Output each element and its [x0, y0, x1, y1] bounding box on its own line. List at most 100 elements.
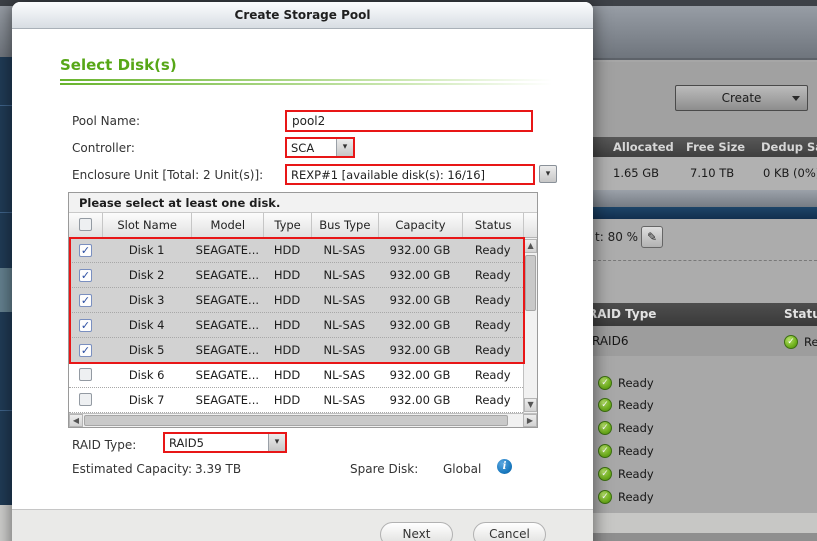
raid-type-value: RAID5: [169, 435, 204, 450]
disk-status-label: Ready: [618, 443, 654, 458]
info-icon[interactable]: i: [497, 459, 512, 474]
column-allocated: Allocated: [613, 140, 674, 154]
enclosure-label: Enclosure Unit [Total: 2 Unit(s)]:: [72, 168, 264, 182]
vertical-scrollbar[interactable]: ▲ ▼: [523, 238, 538, 413]
disk-checkbox[interactable]: ✓: [78, 269, 92, 282]
estimated-capacity-value: 3.39 TB: [195, 462, 242, 476]
disk-capacity: 932.00 GB: [389, 393, 451, 407]
disk-status-label: Ready: [618, 466, 654, 481]
spare-disk-value: Global: [443, 462, 482, 476]
disk-slot-name: Disk 2: [128, 268, 165, 282]
disk-status: Ready: [474, 268, 511, 282]
sidebar-bottom: [0, 505, 12, 541]
raid-type-value: RAID6: [592, 334, 629, 348]
column-bus-type: Bus Type: [310, 213, 378, 237]
dialog-title: Create Storage Pool: [12, 2, 593, 29]
horizontal-scroll-thumb[interactable]: [84, 415, 508, 426]
disk-type: HDD: [273, 393, 301, 407]
section-heading-rule: [60, 79, 552, 87]
disk-table-header: Slot Name Model Type Bus Type Capacity S…: [69, 213, 537, 238]
raid-type-select[interactable]: RAID5 ▾: [163, 432, 287, 453]
ready-check-icon: ✓: [598, 489, 612, 504]
disk-status-item: ✓ Ready: [598, 417, 654, 440]
disk-checkbox[interactable]: ✓: [78, 244, 92, 257]
horizontal-scrollbar[interactable]: ◀ ▶: [69, 413, 537, 427]
scroll-up-icon[interactable]: ▲: [524, 239, 538, 253]
chevron-down-icon[interactable]: ▾: [268, 434, 285, 451]
create-button[interactable]: Create: [675, 85, 808, 111]
scroll-left-icon[interactable]: ◀: [69, 414, 83, 427]
disk-type: HDD: [273, 343, 301, 357]
raid-type-label: RAID Type:: [72, 438, 137, 452]
disk-model: SEAGATE...: [195, 318, 260, 332]
disk-status-label: Ready: [618, 398, 654, 413]
disk-model: SEAGATE...: [195, 243, 260, 257]
dialog-footer: Next Cancel: [12, 509, 593, 541]
next-button[interactable]: Next: [380, 522, 453, 541]
vertical-scroll-thumb[interactable]: [525, 255, 537, 311]
chevron-down-icon[interactable]: ▾: [336, 139, 353, 156]
disk-table-caption: Please select at least one disk.: [69, 193, 537, 213]
spare-disk-label: Spare Disk:: [350, 462, 419, 476]
disk-type: HDD: [273, 268, 301, 282]
disk-table-row[interactable]: Disk 6 SEAGATE... HDD NL-SAS 932.00 GB R…: [69, 363, 524, 388]
disk-bus-type: NL-SAS: [323, 343, 366, 357]
disk-checkbox[interactable]: [78, 368, 92, 381]
scroll-right-icon[interactable]: ▶: [523, 414, 537, 427]
cancel-button[interactable]: Cancel: [473, 522, 546, 541]
ready-check-icon: ✓: [784, 334, 798, 349]
disk-bus-type: NL-SAS: [323, 393, 366, 407]
disk-table-row[interactable]: ✓ Disk 3 SEAGATE... HDD NL-SAS 932.00 GB…: [69, 288, 524, 313]
column-free-size: Free Size: [686, 140, 746, 154]
edit-threshold-button[interactable]: ✎: [641, 226, 663, 248]
disk-model: SEAGATE...: [195, 293, 260, 307]
disk-status-item: ✓ Ready: [598, 394, 654, 417]
ready-check-icon: ✓: [598, 443, 612, 458]
disk-table-row[interactable]: ✓ Disk 4 SEAGATE... HDD NL-SAS 932.00 GB…: [69, 313, 524, 338]
disk-checkbox[interactable]: ✓: [78, 294, 92, 307]
disk-bus-type: NL-SAS: [323, 268, 366, 282]
disk-selection-table: Please select at least one disk. Slot Na…: [68, 192, 538, 428]
ready-check-icon: ✓: [598, 375, 612, 390]
disk-status-label: Ready: [618, 375, 654, 390]
controller-select[interactable]: SCA ▾: [285, 137, 355, 158]
scroll-down-icon[interactable]: ▼: [524, 398, 538, 412]
disk-checkbox[interactable]: [78, 393, 92, 406]
disk-table-rows: ✓ Disk 1 SEAGATE... HDD NL-SAS 932.00 GB…: [69, 238, 524, 413]
disk-bus-type: NL-SAS: [323, 318, 366, 332]
disk-table-row[interactable]: ✓ Disk 1 SEAGATE... HDD NL-SAS 932.00 GB…: [69, 238, 524, 263]
sidebar-selected-item[interactable]: [0, 268, 12, 312]
column-model: Model: [191, 213, 263, 237]
disk-capacity: 932.00 GB: [389, 368, 451, 382]
allocated-value: 1.65 GB: [613, 166, 660, 180]
disk-slot-name: Disk 1: [128, 243, 165, 257]
ready-check-icon: ✓: [598, 398, 612, 413]
disk-capacity: 932.00 GB: [389, 293, 451, 307]
dashed-divider: [593, 260, 817, 261]
disk-status: Ready: [474, 293, 511, 307]
disk-model: SEAGATE...: [195, 343, 260, 357]
column-raid-type: RAID Type: [588, 307, 657, 321]
pencil-icon: ✎: [646, 230, 658, 244]
select-all-checkbox[interactable]: [78, 218, 92, 231]
enclosure-select[interactable]: REXP#1 [available disk(s): 16/16]: [285, 164, 535, 185]
disk-table-row[interactable]: ✓ Disk 5 SEAGATE... HDD NL-SAS 932.00 GB…: [69, 338, 524, 363]
disk-capacity: 932.00 GB: [389, 268, 451, 282]
disk-table-row[interactable]: Disk 7 SEAGATE... HDD NL-SAS 932.00 GB R…: [69, 388, 524, 413]
disk-checkbox[interactable]: ✓: [78, 319, 92, 332]
disk-status-item: ✓ Ready: [598, 485, 654, 508]
disk-status: Ready: [474, 243, 511, 257]
alert-threshold-text: t: 80 %: [595, 230, 639, 244]
disk-table-row[interactable]: ✓ Disk 2 SEAGATE... HDD NL-SAS 932.00 GB…: [69, 263, 524, 288]
disk-bus-type: NL-SAS: [323, 293, 366, 307]
estimated-capacity-label: Estimated Capacity:: [72, 462, 193, 476]
disk-model: SEAGATE...: [195, 268, 260, 282]
disk-type: HDD: [273, 293, 301, 307]
enclosure-chevron-down-icon[interactable]: ▾: [539, 165, 557, 183]
pool-name-input[interactable]: [285, 110, 533, 132]
disk-type: HDD: [273, 368, 301, 382]
disk-status-item: ✓ Ready: [598, 439, 654, 462]
section-heading: Select Disk(s): [60, 56, 177, 74]
disk-checkbox[interactable]: ✓: [78, 344, 92, 357]
disk-slot-name: Disk 3: [128, 293, 165, 307]
